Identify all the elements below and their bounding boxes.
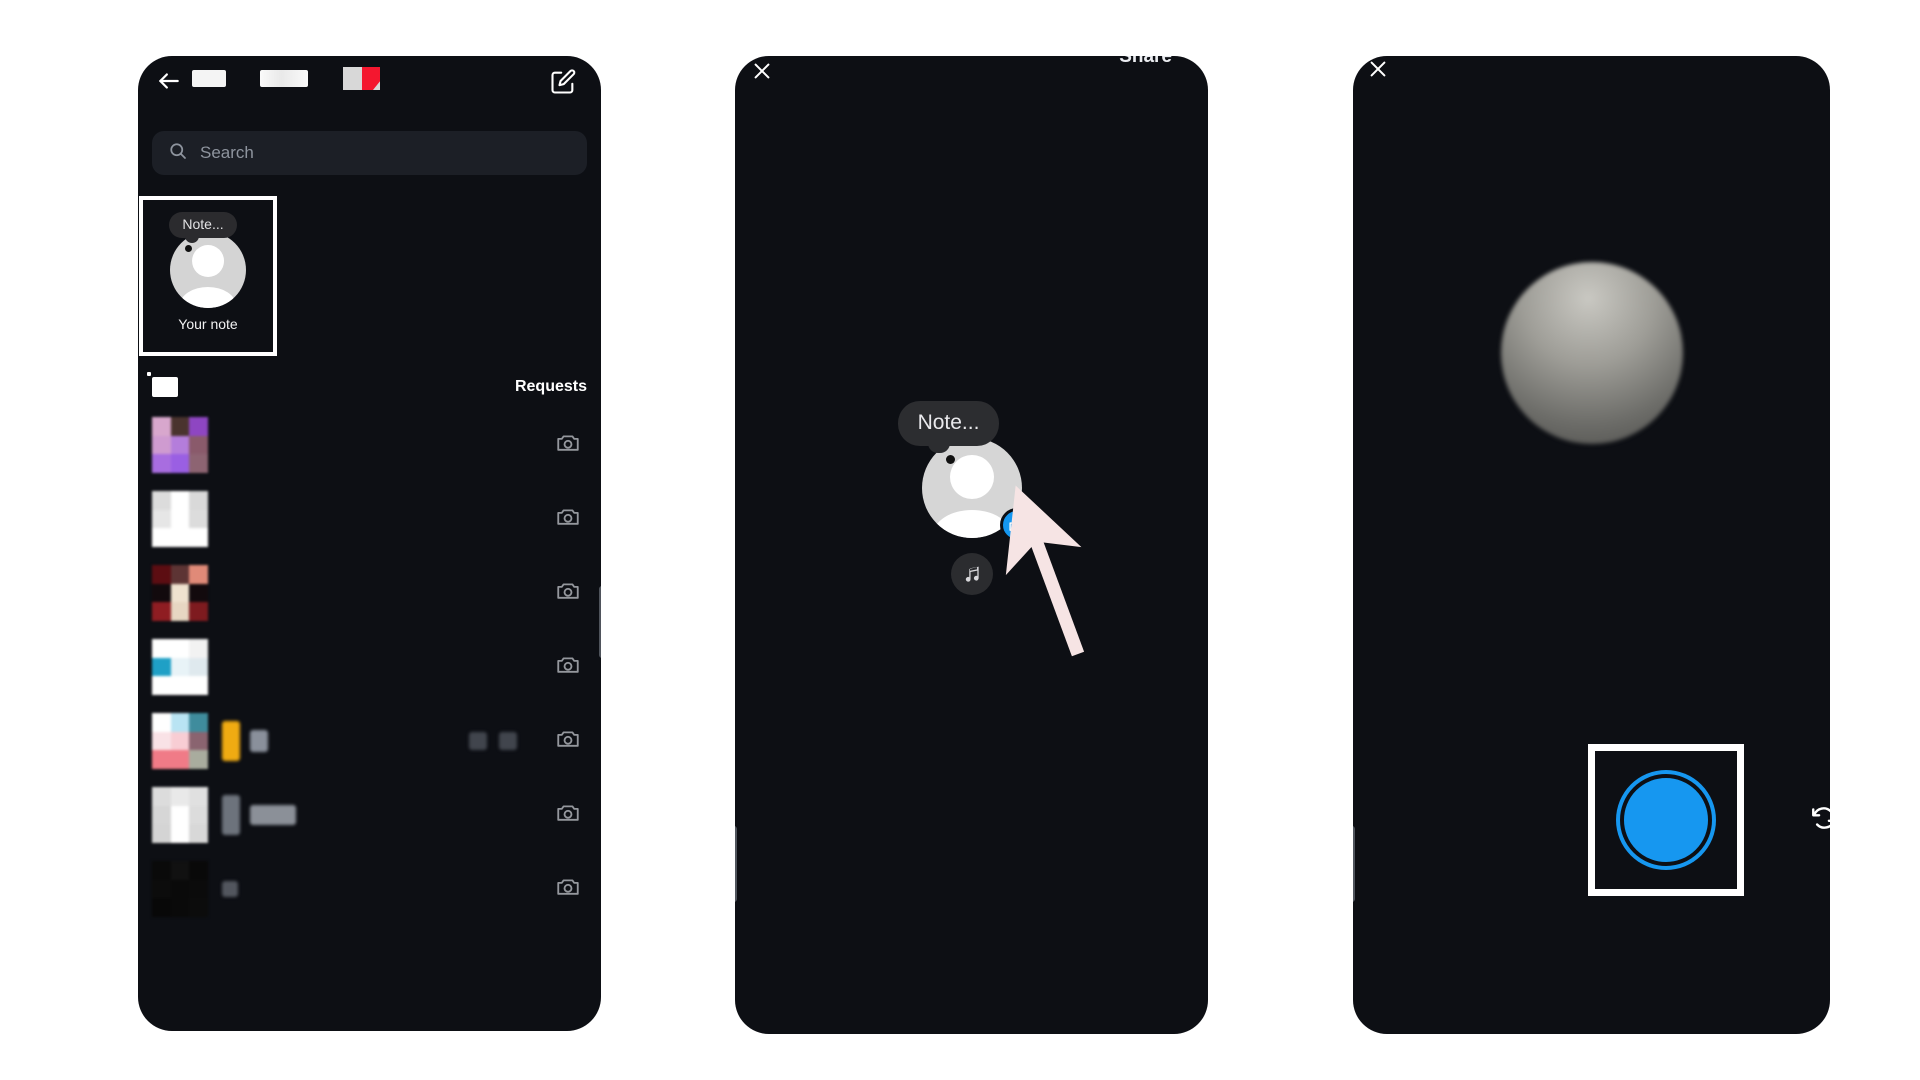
phone-side-button bbox=[1353, 826, 1355, 902]
chat-list[interactable] bbox=[138, 408, 601, 1031]
chat-text-redaction bbox=[222, 721, 268, 761]
chat-row[interactable] bbox=[138, 630, 601, 704]
screenshot-stage: Search Note... Your note Requests Share … bbox=[0, 0, 1920, 1080]
note-bubble-large[interactable]: Note... bbox=[897, 401, 1000, 453]
avatar-accent-dot bbox=[185, 244, 193, 252]
shutter-highlight-box[interactable] bbox=[1588, 744, 1744, 896]
music-note-icon[interactable] bbox=[950, 553, 993, 595]
phone-1-direct-inbox: Search Note... Your note Requests bbox=[138, 56, 601, 1031]
chat-avatar-pixelated bbox=[152, 491, 208, 547]
requests-row[interactable]: Requests bbox=[138, 364, 601, 410]
composer-top-bar: Share bbox=[735, 56, 1208, 96]
share-button[interactable]: Share bbox=[1119, 56, 1172, 68]
default-avatar-icon bbox=[170, 232, 246, 309]
chat-row[interactable] bbox=[138, 704, 601, 778]
note-bubble[interactable]: Note... bbox=[169, 212, 237, 244]
chat-avatar-pixelated bbox=[152, 713, 208, 769]
chat-avatar-pixelated bbox=[152, 861, 208, 917]
chat-row[interactable] bbox=[138, 482, 601, 556]
chat-avatar-pixelated bbox=[152, 787, 208, 843]
chat-avatar-pixelated bbox=[152, 565, 208, 621]
camera-icon[interactable] bbox=[555, 430, 581, 461]
compose-icon[interactable] bbox=[545, 64, 581, 100]
chat-row[interactable] bbox=[138, 852, 601, 926]
requests-label: Requests bbox=[514, 378, 587, 395]
your-note-card[interactable]: Note... Your note bbox=[151, 212, 265, 332]
chat-text-redaction bbox=[222, 881, 238, 897]
status-bar-redacted bbox=[138, 56, 601, 92]
search-input[interactable]: Search bbox=[152, 131, 587, 175]
close-icon[interactable] bbox=[1367, 58, 1399, 90]
chat-text-redaction bbox=[222, 795, 296, 835]
phone-3-note-camera bbox=[1353, 56, 1830, 1034]
chat-avatar-pixelated bbox=[152, 639, 208, 695]
phone-2-note-composer: Share Note... bbox=[735, 56, 1208, 1034]
phone-side-button bbox=[735, 826, 737, 902]
camera-icon[interactable] bbox=[555, 800, 581, 831]
flip-camera-icon[interactable] bbox=[1802, 796, 1830, 840]
note-editor: Note... bbox=[842, 401, 1102, 595]
camera-icon[interactable] bbox=[555, 726, 581, 757]
search-icon bbox=[168, 141, 188, 166]
request-thumbnail-icon bbox=[147, 372, 178, 397]
camera-icon[interactable] bbox=[555, 874, 581, 905]
status-redaction-1 bbox=[192, 70, 226, 87]
phone-side-button bbox=[599, 586, 601, 658]
chat-row[interactable] bbox=[138, 778, 601, 852]
camera-icon[interactable] bbox=[555, 652, 581, 683]
your-note-highlight-box[interactable]: Note... Your note bbox=[139, 196, 277, 356]
your-note-label: Your note bbox=[178, 316, 238, 333]
chat-row[interactable] bbox=[138, 408, 601, 482]
chat-meta-redaction bbox=[469, 732, 517, 750]
chat-row[interactable] bbox=[138, 556, 601, 630]
status-redaction-2 bbox=[260, 70, 308, 87]
camera-preview-blurred bbox=[1500, 262, 1683, 444]
back-arrow-icon[interactable] bbox=[152, 64, 186, 98]
camera-icon[interactable] bbox=[555, 578, 581, 609]
camera-icon[interactable] bbox=[555, 504, 581, 535]
search-placeholder: Search bbox=[200, 143, 254, 162]
status-redaction-flag bbox=[343, 67, 380, 90]
close-icon[interactable] bbox=[751, 60, 781, 90]
chat-avatar-pixelated bbox=[152, 417, 208, 473]
camera-badge-icon[interactable] bbox=[999, 508, 1034, 542]
shutter-button[interactable] bbox=[1620, 774, 1712, 866]
